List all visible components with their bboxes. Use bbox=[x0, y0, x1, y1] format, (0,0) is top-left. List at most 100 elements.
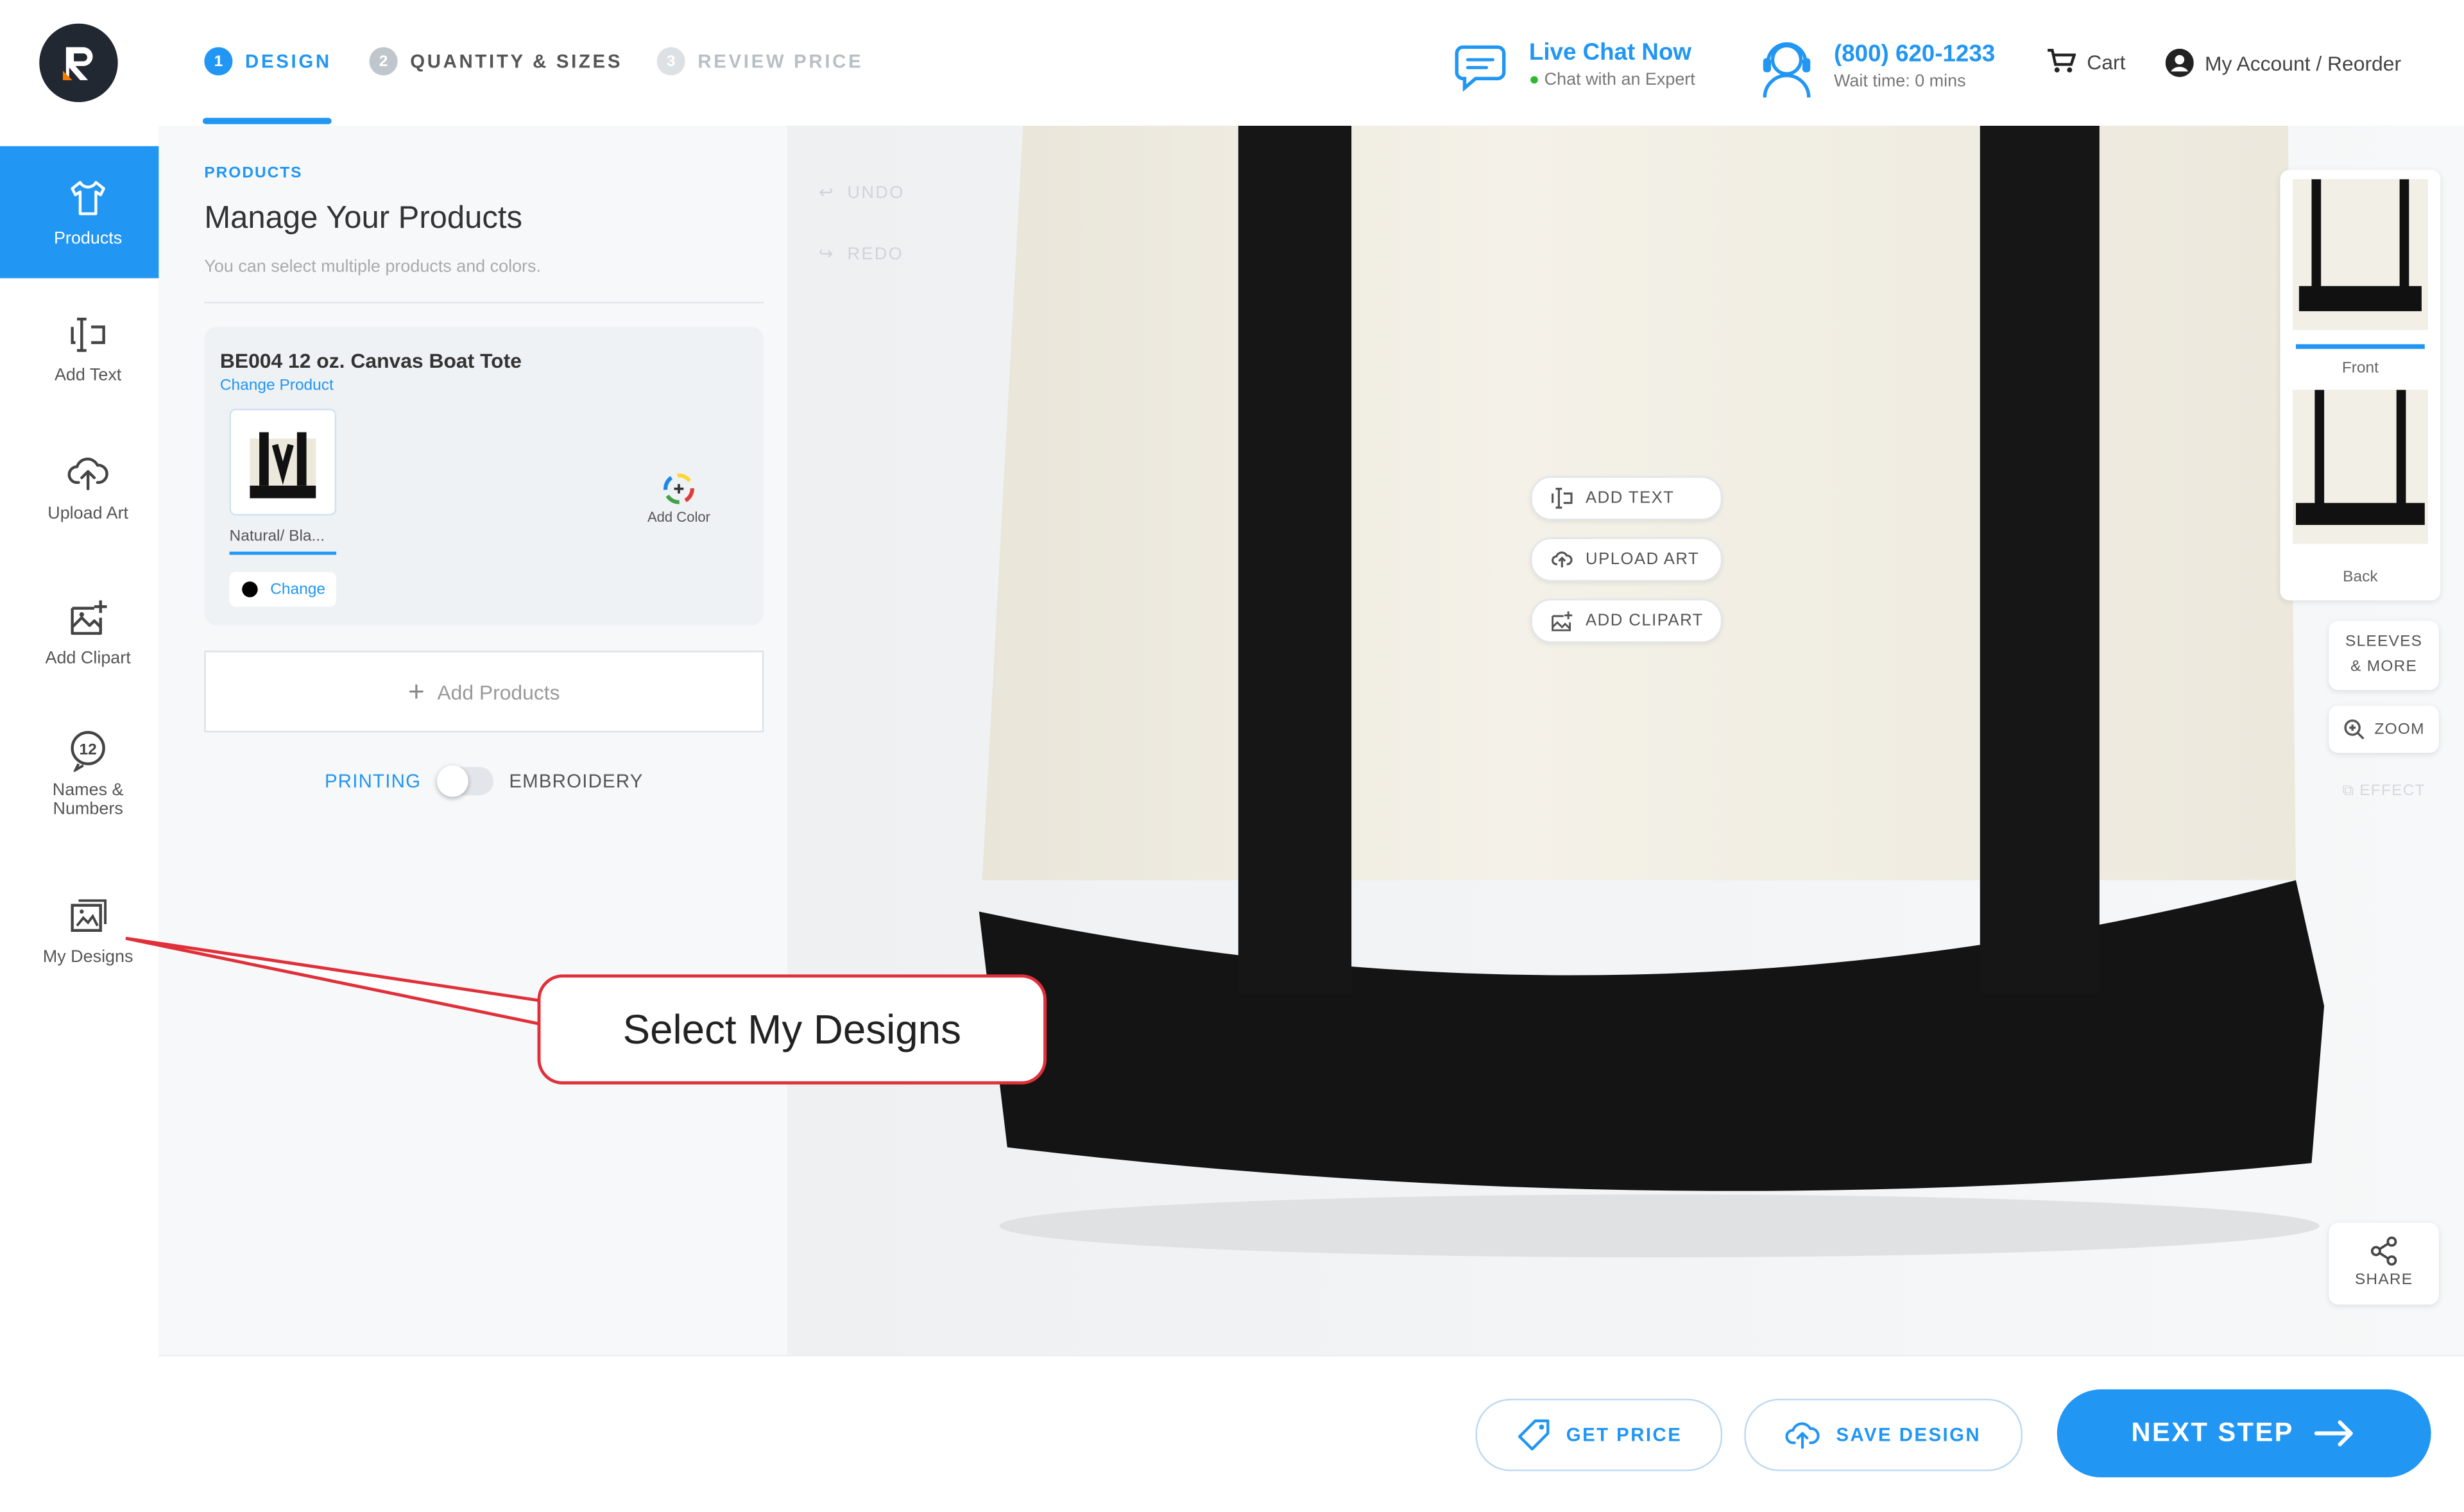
plus-icon: + bbox=[408, 674, 425, 707]
share-label: SHARE bbox=[2354, 1271, 2413, 1289]
design-canvas[interactable]: ↩ UNDO ↪ REDO ADD TEXT UPLOAD ART ADD CLIP… bbox=[787, 125, 2464, 1355]
tshirt-icon bbox=[71, 180, 105, 216]
price-tag-icon bbox=[1518, 1419, 1549, 1451]
zoom-button[interactable]: ZOOM bbox=[2329, 705, 2439, 753]
sidebar-item-add-text[interactable]: Add Text bbox=[0, 283, 176, 415]
save-design-label: SAVE DESIGN bbox=[1836, 1423, 1981, 1447]
add-color-label: Add Color bbox=[647, 509, 710, 525]
step-quantity-sizes[interactable]: 2 QUANTITY & SIZES bbox=[369, 47, 623, 76]
next-step-button[interactable]: NEXT STEP bbox=[2057, 1389, 2431, 1478]
view-back-thumbnail[interactable] bbox=[2293, 390, 2428, 544]
tote-thumbnail-image bbox=[250, 432, 316, 499]
sidebar-item-label: Add Text bbox=[54, 366, 122, 386]
sidebar-item-label: Upload Art bbox=[47, 504, 129, 524]
canvas-add-text-button[interactable]: ADD TEXT bbox=[1530, 476, 1723, 520]
redo-icon: ↪ bbox=[818, 245, 835, 264]
embroidery-label: EMBROIDERY bbox=[509, 770, 644, 793]
color-name: Natural/ Bla... bbox=[229, 528, 325, 546]
divider bbox=[204, 302, 764, 304]
view-back-label: Back bbox=[2343, 569, 2378, 587]
save-design-button[interactable]: SAVE DESIGN bbox=[1744, 1398, 2023, 1472]
phone-contact[interactable]: (800) 620-1233 Wait time: 0 mins bbox=[1752, 31, 1996, 101]
live-chat-title: Live Chat Now bbox=[1528, 39, 1692, 66]
sidebar-item-label: Add Clipart bbox=[45, 649, 131, 668]
user-circle-icon bbox=[2165, 48, 2194, 78]
decoration-method-toggle: PRINTING EMBROIDERY bbox=[204, 765, 764, 797]
number-badge-icon: 12 bbox=[71, 731, 105, 772]
wait-time: Wait time: 0 mins bbox=[1833, 72, 1966, 92]
sidebar-item-add-clipart[interactable]: Add Clipart bbox=[0, 566, 176, 698]
add-color-button[interactable]: Add Color bbox=[635, 472, 723, 525]
account-link[interactable]: My Account / Reorder bbox=[2165, 48, 2401, 78]
undo-label: UNDO bbox=[847, 183, 905, 202]
cloud-upload-icon bbox=[67, 458, 108, 490]
cloud-upload-icon bbox=[1552, 551, 1573, 568]
callout-text: Select My Designs bbox=[622, 1005, 961, 1052]
sidebar-item-my-designs[interactable]: My Designs bbox=[0, 864, 176, 997]
redo-button[interactable]: ↪ REDO bbox=[819, 244, 903, 264]
effect-label: EFFECT bbox=[2359, 782, 2426, 800]
panel-subtitle: You can select multiple products and col… bbox=[204, 257, 541, 277]
get-price-label: GET PRICE bbox=[1566, 1423, 1682, 1447]
cart-icon bbox=[2048, 49, 2076, 73]
headset-icon bbox=[1763, 42, 1811, 98]
callout-box: Select My Designs bbox=[537, 974, 1047, 1085]
live-chat-subtitle: ● Chat with an Expert bbox=[1528, 71, 1695, 90]
cloud-save-icon bbox=[1786, 1422, 1820, 1449]
sidebar-item-label: My Designs bbox=[42, 947, 133, 967]
step-label: QUANTITY & SIZES bbox=[410, 50, 623, 73]
image-add-icon bbox=[71, 600, 107, 635]
step-number: 3 bbox=[656, 47, 685, 76]
sidebar-item-names-numbers[interactable]: 12 Names & Numbers bbox=[0, 707, 176, 839]
text-cursor-icon bbox=[71, 317, 105, 352]
share-button[interactable]: SHARE bbox=[2329, 1223, 2439, 1305]
undo-icon: ↩ bbox=[818, 184, 835, 203]
sleeves-more-button[interactable]: SLEEVES & MORE bbox=[2329, 621, 2439, 691]
redo-label: REDO bbox=[847, 244, 904, 264]
arrow-right-icon bbox=[2314, 1420, 2353, 1447]
top-bar: 1 DESIGN 2 QUANTITY & SIZES 3 REVIEW PRI… bbox=[158, 0, 2464, 128]
view-front-thumbnail[interactable] bbox=[2293, 179, 2428, 331]
sidebar-item-products[interactable]: Products bbox=[0, 146, 176, 279]
sidebar-item-upload-art[interactable]: Upload Art bbox=[0, 421, 176, 553]
brand-logo[interactable] bbox=[39, 23, 118, 103]
active-view-indicator bbox=[2295, 344, 2425, 349]
phone-number: (800) 620-1233 bbox=[1833, 40, 1996, 68]
color-wheel-icon bbox=[663, 473, 694, 504]
canvas-upload-art-button[interactable]: UPLOAD ART bbox=[1530, 537, 1723, 582]
printing-label: PRINTING bbox=[324, 770, 422, 793]
step-design[interactable]: 1 DESIGN bbox=[204, 47, 331, 76]
change-color-button[interactable]: Change bbox=[229, 572, 337, 607]
cart-link[interactable]: Cart bbox=[2048, 49, 2125, 74]
get-price-button[interactable]: GET PRICE bbox=[1475, 1398, 1723, 1472]
tote-back-image bbox=[2293, 390, 2428, 544]
panel-breadcrumb: PRODUCTS bbox=[204, 165, 303, 183]
cart-label: Cart bbox=[2087, 49, 2126, 73]
printing-embroidery-switch[interactable] bbox=[436, 765, 493, 797]
upload-art-label: UPLOAD ART bbox=[1586, 550, 1700, 569]
tote-front-image bbox=[2293, 179, 2428, 331]
product-thumbnail[interactable] bbox=[229, 408, 337, 516]
switch-knob bbox=[436, 765, 468, 797]
step-number: 1 bbox=[204, 47, 233, 76]
more-label: & MORE bbox=[2350, 658, 2418, 676]
change-product-link[interactable]: Change Product bbox=[220, 377, 334, 395]
canvas-add-clipart-button[interactable]: ADD CLIPART bbox=[1530, 599, 1723, 643]
product-name: BE004 12 oz. Canvas Boat Tote bbox=[219, 348, 522, 373]
sleeves-label: SLEEVES bbox=[2345, 633, 2423, 651]
app-root: Products Add Text Upload Art Add Clipart… bbox=[0, 0, 2464, 1512]
live-chat[interactable]: Live Chat Now ● Chat with an Expert bbox=[1450, 31, 1695, 98]
undo-button[interactable]: ↩ UNDO bbox=[819, 182, 905, 203]
add-products-label: Add Products bbox=[437, 680, 560, 703]
add-products-button[interactable]: + Add Products bbox=[204, 650, 764, 733]
step-number: 2 bbox=[369, 47, 398, 76]
effect-button[interactable]: ⧉ EFFECT bbox=[2329, 783, 2438, 800]
tote-bag-image bbox=[787, 125, 2464, 1355]
chat-bubble-icon bbox=[1455, 45, 1506, 92]
share-icon bbox=[2370, 1236, 2397, 1266]
selected-color-indicator bbox=[229, 551, 337, 555]
zoom-icon bbox=[2344, 719, 2365, 740]
change-color-label: Change bbox=[270, 580, 326, 598]
next-step-label: NEXT STEP bbox=[2131, 1417, 2294, 1448]
step-review-price[interactable]: 3 REVIEW PRICE bbox=[656, 47, 864, 76]
